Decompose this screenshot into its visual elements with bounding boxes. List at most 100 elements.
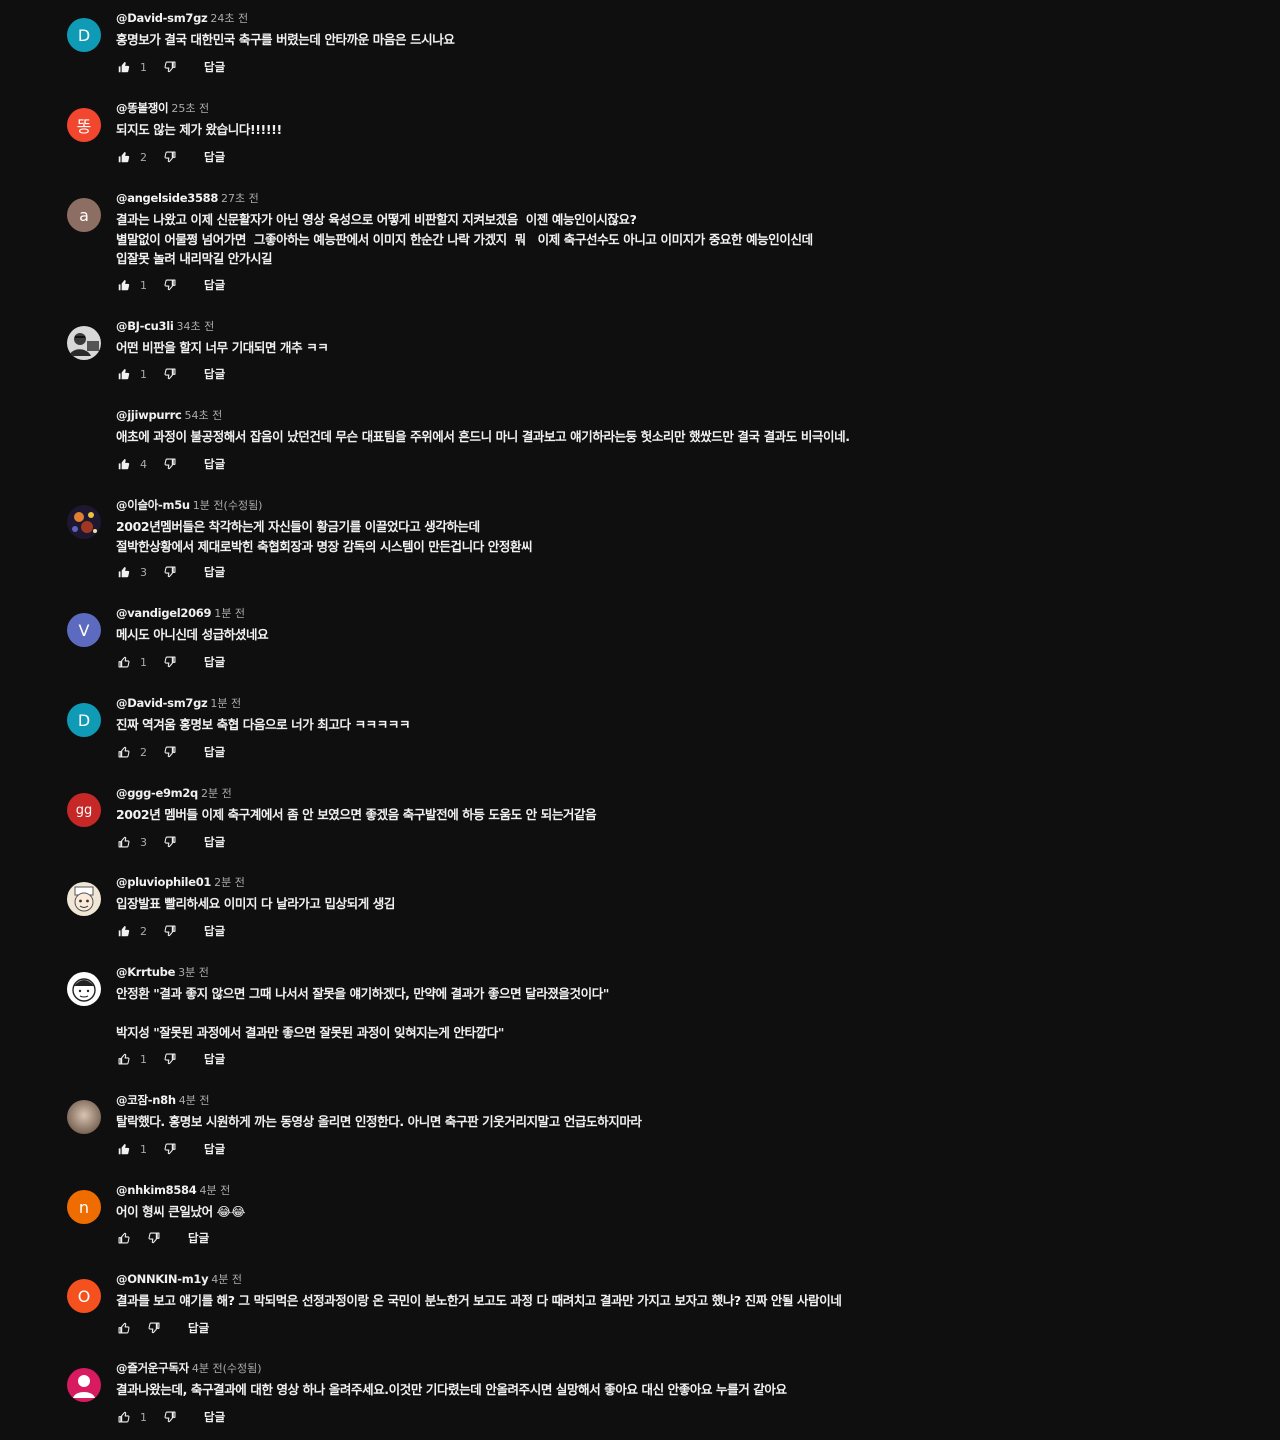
reply-button[interactable]: 답글 xyxy=(204,1409,225,1425)
comment-author[interactable]: @David-sm7gz xyxy=(116,11,208,25)
comment-text-line: 결과는 나왔고 이제 신문활자가 아닌 영상 육성으로 어떻게 비판할지 지켜보… xyxy=(116,212,637,227)
like-icon[interactable] xyxy=(116,1320,132,1336)
comment-timestamp[interactable]: 4분 전 xyxy=(211,1273,242,1286)
reply-button[interactable]: 답글 xyxy=(204,564,225,580)
comment-timestamp[interactable]: 1분 전 xyxy=(210,697,241,710)
like-count: 4 xyxy=(140,457,147,471)
comment-timestamp[interactable]: 4분 전(수정됨) xyxy=(192,1362,262,1375)
dislike-icon[interactable] xyxy=(162,834,178,850)
avatar[interactable]: gg xyxy=(67,793,101,827)
comment-author[interactable]: @vandigel2069 xyxy=(116,606,212,620)
avatar[interactable]: 똥 xyxy=(67,108,101,142)
comment-actions: 1 답글 xyxy=(116,364,225,384)
reply-button[interactable]: 답글 xyxy=(204,1051,225,1067)
avatar[interactable] xyxy=(67,882,101,916)
comment-author[interactable]: @똥볼쟁이 xyxy=(116,101,169,115)
comment-timestamp[interactable]: 34초 전 xyxy=(177,320,215,333)
like-filled-icon[interactable] xyxy=(116,149,132,165)
dislike-icon[interactable] xyxy=(162,366,178,382)
dislike-icon[interactable] xyxy=(162,456,178,472)
dislike-icon[interactable] xyxy=(162,923,178,939)
dislike-icon[interactable] xyxy=(162,1141,178,1157)
avatar[interactable] xyxy=(67,326,101,360)
avatar[interactable] xyxy=(67,972,101,1006)
reply-button[interactable]: 답글 xyxy=(204,1141,225,1157)
like-icon[interactable] xyxy=(116,1409,132,1425)
dislike-icon[interactable] xyxy=(162,654,178,670)
dislike-icon[interactable] xyxy=(146,1230,162,1246)
like-icon[interactable] xyxy=(116,1051,132,1067)
comment-author[interactable]: @Krrtube xyxy=(116,965,175,979)
like-icon[interactable] xyxy=(116,1230,132,1246)
reply-button[interactable]: 답글 xyxy=(204,923,225,939)
dislike-icon[interactable] xyxy=(162,59,178,75)
reply-button[interactable]: 답글 xyxy=(204,654,225,670)
comment-author[interactable]: @ggg-e9m2q xyxy=(116,786,198,800)
comment-author[interactable]: @BJ-cu3li xyxy=(116,319,174,333)
comment-timestamp[interactable]: 4분 전 xyxy=(199,1184,230,1197)
like-filled-icon[interactable] xyxy=(116,564,132,580)
like-count: 3 xyxy=(140,835,147,849)
like-filled-icon[interactable] xyxy=(116,1141,132,1157)
comment-author[interactable]: @David-sm7gz xyxy=(116,696,208,710)
like-filled-icon[interactable] xyxy=(116,456,132,472)
reply-button[interactable]: 답글 xyxy=(204,366,225,382)
dislike-icon[interactable] xyxy=(162,1051,178,1067)
comment-author[interactable]: @pluviophile01 xyxy=(116,875,211,889)
comment-text-line: 어이 형씨 큰일났어 😂😂 xyxy=(116,1204,246,1219)
comment-author[interactable]: @이슬아-m5u xyxy=(116,498,190,512)
comment-timestamp[interactable]: 2분 전 xyxy=(201,787,232,800)
reply-button[interactable]: 답글 xyxy=(204,834,225,850)
like-filled-icon[interactable] xyxy=(116,59,132,75)
dislike-icon[interactable] xyxy=(146,1320,162,1336)
comment-timestamp[interactable]: 27초 전 xyxy=(221,192,259,205)
comment-body: @David-sm7gz 24초 전 홍명보가 결국 대한민국 축구를 버렸는데 안… xyxy=(116,10,1240,50)
avatar-letter: V xyxy=(78,620,90,640)
avatar[interactable]: n xyxy=(67,1190,101,1224)
like-icon[interactable] xyxy=(116,834,132,850)
avatar[interactable]: D xyxy=(67,703,101,737)
comment-timestamp[interactable]: 25초 전 xyxy=(171,102,209,115)
comment-timestamp[interactable]: 2분 전 xyxy=(214,876,245,889)
comment-author[interactable]: @코잠-n8h xyxy=(116,1093,176,1107)
like-filled-icon[interactable] xyxy=(116,923,132,939)
dislike-icon[interactable] xyxy=(162,1409,178,1425)
comment-text: 안정환 "결과 좋지 않으면 그때 나서서 잘못을 얘기하겠다, 만약에 결과가… xyxy=(116,984,1240,1043)
avatar[interactable]: O xyxy=(67,1279,101,1313)
comment-timestamp[interactable]: 4분 전 xyxy=(179,1094,210,1107)
reply-button[interactable]: 답글 xyxy=(188,1230,209,1246)
comment-author[interactable]: @즐거운구독자 xyxy=(116,1361,189,1375)
like-icon[interactable] xyxy=(116,744,132,760)
comment-timestamp[interactable]: 3분 전 xyxy=(178,966,209,979)
reply-button[interactable]: 답글 xyxy=(204,744,225,760)
comment-author[interactable]: @nhkim8584 xyxy=(116,1183,197,1197)
dislike-icon[interactable] xyxy=(162,277,178,293)
avatar[interactable] xyxy=(67,1368,101,1402)
comment-timestamp[interactable]: 24초 전 xyxy=(210,12,248,25)
comment-timestamp[interactable]: 1분 전 xyxy=(214,607,245,620)
like-icon[interactable] xyxy=(116,654,132,670)
reply-button[interactable]: 답글 xyxy=(204,59,225,75)
comment-timestamp[interactable]: 1분 전(수정됨) xyxy=(193,499,263,512)
comment-author[interactable]: @angelside3588 xyxy=(116,191,218,205)
avatar[interactable] xyxy=(67,505,101,539)
dislike-icon[interactable] xyxy=(162,149,178,165)
avatar[interactable] xyxy=(67,415,101,449)
comment-author[interactable]: @ONNKIN-m1y xyxy=(116,1272,209,1286)
avatar[interactable]: V xyxy=(67,613,101,647)
reply-button[interactable]: 답글 xyxy=(204,149,225,165)
comment-text: 되지도 않는 제가 왔습니다!!!!!! xyxy=(116,120,1240,140)
comment-timestamp[interactable]: 54초 전 xyxy=(185,409,223,422)
reply-button[interactable]: 답글 xyxy=(188,1320,209,1336)
reply-button[interactable]: 답글 xyxy=(204,456,225,472)
like-filled-icon[interactable] xyxy=(116,277,132,293)
dislike-icon[interactable] xyxy=(162,744,178,760)
avatar[interactable]: a xyxy=(67,198,101,232)
like-filled-icon[interactable] xyxy=(116,366,132,382)
comment-header: @vandigel2069 1분 전 xyxy=(116,605,1240,621)
reply-button[interactable]: 답글 xyxy=(204,277,225,293)
avatar[interactable]: D xyxy=(67,18,101,52)
dislike-icon[interactable] xyxy=(162,564,178,580)
avatar[interactable] xyxy=(67,1100,101,1134)
comment-author[interactable]: @jjiwpurrc xyxy=(116,408,182,422)
